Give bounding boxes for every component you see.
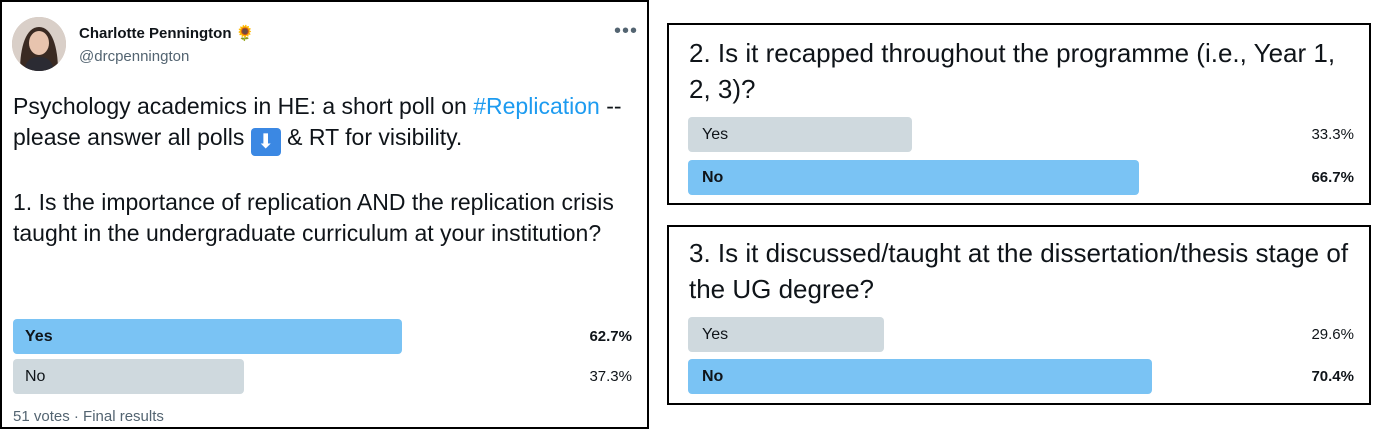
poll-2-card: 2. Is it recapped throughout the program… xyxy=(667,23,1371,205)
more-options-icon[interactable]: ••• xyxy=(614,20,638,43)
down-arrow-emoji-icon: ⬇ xyxy=(250,128,281,156)
poll-3-option-label-no: No xyxy=(702,368,724,385)
author-name-text: Charlotte Pennington xyxy=(79,25,232,42)
poll-3-card: 3. Is it discussed/taught at the dissert… xyxy=(667,225,1371,405)
poll-2-option-percent-yes: 33.3% xyxy=(1311,126,1354,143)
poll-option-percent-no: 37.3% xyxy=(589,368,632,385)
poll-2-question: 2. Is it recapped throughout the program… xyxy=(689,38,1336,104)
poll-option-label-no: No xyxy=(25,368,46,385)
poll-question: 1. Is the importance of replication AND … xyxy=(13,189,614,246)
poll-3-option-bar-no xyxy=(688,359,1152,394)
poll-option-percent-yes: 62.7% xyxy=(589,328,632,345)
hashtag-link[interactable]: #Replication xyxy=(473,93,600,119)
poll-2-option-percent-no: 66.7% xyxy=(1311,169,1354,186)
poll-option-label-yes: Yes xyxy=(25,328,53,345)
tweet-text-part3: & RT for visibility. xyxy=(280,124,463,150)
sunflower-icon: 🌻 xyxy=(235,25,255,42)
poll-3-option-percent-yes: 29.6% xyxy=(1311,326,1354,343)
author-name[interactable]: Charlotte Pennington 🌻 xyxy=(79,24,254,42)
poll-3-question: 3. Is it discussed/taught at the dissert… xyxy=(689,238,1349,304)
poll-option-bar-no xyxy=(13,359,244,394)
poll-2-option-label-no: No xyxy=(702,169,724,186)
tweet-text-part1: Psychology academics in HE: a short poll… xyxy=(13,93,474,119)
poll-option-bar-yes xyxy=(13,319,402,354)
author-handle[interactable]: @drcpennington xyxy=(79,48,189,65)
tweet-card: Charlotte Pennington 🌻 @drcpennington •••… xyxy=(0,0,649,429)
poll-3-option-label-yes: Yes xyxy=(702,326,729,343)
poll-results-meta: 51 votes · Final results xyxy=(13,408,164,425)
avatar[interactable] xyxy=(12,17,66,71)
poll-2-option-label-yes: Yes xyxy=(702,126,729,143)
poll-2-option-bar-no xyxy=(688,160,1139,195)
avatar-image xyxy=(12,17,66,71)
tweet-text: Psychology academics in HE: a short poll… xyxy=(13,91,638,249)
poll-3-option-percent-no: 70.4% xyxy=(1311,368,1354,385)
